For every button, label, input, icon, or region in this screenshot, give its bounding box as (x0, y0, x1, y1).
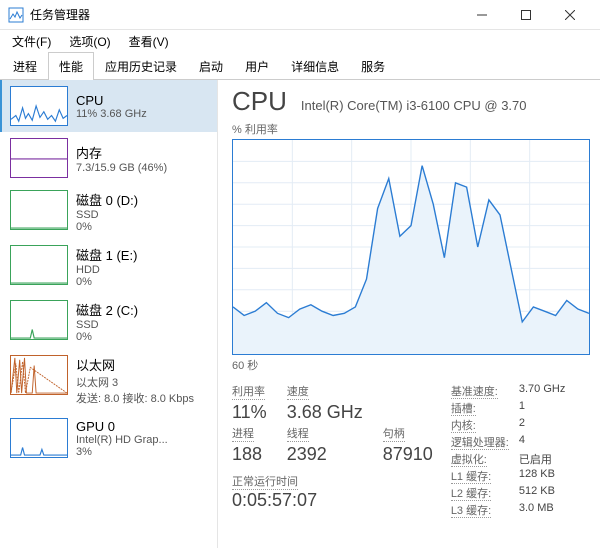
sidebar-item-sub2: 0% (76, 221, 138, 233)
stat-base: 3.70 GHz (519, 383, 565, 399)
stat-uptime: 0:05:57:07 (232, 490, 433, 511)
sidebar-item-label: CPU (76, 93, 147, 108)
stat-threads: 2392 (287, 444, 363, 465)
stat-util-label: 利用率 (232, 383, 265, 400)
sidebar-item-memory[interactable]: 内存 7.3/15.9 GB (46%) (0, 132, 217, 184)
stat-l2: 512 KB (519, 485, 565, 501)
disk-thumb-icon (10, 190, 68, 230)
detail-model: Intel(R) Core(TM) i3-6100 CPU @ 3.70 (301, 98, 527, 113)
sidebar-item-sub2: 3% (76, 446, 168, 458)
gpu-thumb-icon (10, 418, 68, 458)
tab-startup[interactable]: 启动 (188, 52, 234, 80)
maximize-button[interactable] (504, 0, 548, 30)
tab-services[interactable]: 服务 (350, 52, 396, 80)
sidebar-item-label: 内存 (76, 143, 167, 162)
sidebar-item-sub: Intel(R) HD Grap... (76, 434, 168, 446)
stat-sockets: 1 (519, 400, 565, 416)
stat-l3: 3.0 MB (519, 502, 565, 518)
menu-options[interactable]: 选项(O) (61, 31, 118, 52)
sidebar-item-sub: SSD (76, 209, 138, 221)
detail-title: CPU (232, 86, 287, 117)
stat-l1: 128 KB (519, 468, 565, 484)
sidebar[interactable]: CPU 11% 3.68 GHz 内存 7.3/15.9 GB (46%) 磁盘… (0, 80, 218, 548)
tabbar: 进程 性能 应用历史记录 启动 用户 详细信息 服务 (0, 52, 600, 80)
sidebar-item-label: 磁盘 2 (C:) (76, 300, 138, 319)
sidebar-item-sub: SSD (76, 319, 138, 331)
menu-file[interactable]: 文件(F) (4, 31, 59, 52)
stat-speed: 3.68 GHz (287, 402, 363, 423)
stat-l3-label: L3 缓存: (451, 505, 491, 518)
tab-performance[interactable]: 性能 (48, 52, 94, 80)
sidebar-item-sub: 7.3/15.9 GB (46%) (76, 162, 167, 174)
stat-base-label: 基准速度: (451, 386, 498, 399)
ethernet-thumb-icon (10, 355, 68, 395)
tab-details[interactable]: 详细信息 (280, 52, 350, 80)
stat-virt-label: 虚拟化: (451, 454, 487, 467)
sidebar-item-sub: 以太网 3 (76, 374, 194, 390)
content: CPU 11% 3.68 GHz 内存 7.3/15.9 GB (46%) 磁盘… (0, 80, 600, 548)
stat-sockets-label: 插槽: (451, 403, 476, 416)
app-icon (8, 7, 24, 23)
disk-thumb-icon (10, 245, 68, 285)
disk-thumb-icon (10, 300, 68, 340)
stats-block: 利用率 速度 11% 3.68 GHz 进程 线程 句柄 188 2392 87… (232, 383, 590, 518)
detail-pane: CPU Intel(R) Core(TM) i3-6100 CPU @ 3.70… (218, 80, 600, 548)
stat-proc-label: 进程 (232, 425, 254, 442)
window-title: 任务管理器 (30, 6, 460, 23)
memory-thumb-icon (10, 138, 68, 178)
sidebar-item-label: 以太网 (76, 355, 194, 374)
stat-proc: 188 (232, 444, 267, 465)
stat-util: 11% (232, 402, 267, 423)
stat-uptime-label: 正常运行时间 (232, 473, 298, 490)
menubar: 文件(F) 选项(O) 查看(V) (0, 30, 600, 52)
stat-virt: 已启用 (519, 451, 565, 467)
sidebar-item-sub2: 0% (76, 331, 138, 343)
stat-cores: 2 (519, 417, 565, 433)
stat-l1-label: L1 缓存: (451, 471, 491, 484)
sidebar-item-ethernet[interactable]: 以太网 以太网 3 发送: 8.0 接收: 8.0 Kbps (0, 349, 217, 412)
minimize-button[interactable] (460, 0, 504, 30)
cpu-utilization-chart[interactable] (232, 139, 590, 355)
titlebar: 任务管理器 (0, 0, 600, 30)
chart-y-label: % 利用率 (232, 121, 590, 137)
sidebar-item-sub2: 0% (76, 276, 137, 288)
tab-app-history[interactable]: 应用历史记录 (94, 52, 188, 80)
tab-processes[interactable]: 进程 (2, 52, 48, 80)
chart-x-label: 60 秒 (232, 357, 590, 373)
stat-lp: 4 (519, 434, 565, 450)
sidebar-item-label: 磁盘 0 (D:) (76, 190, 138, 209)
stat-threads-label: 线程 (287, 425, 309, 442)
sidebar-item-disk1[interactable]: 磁盘 1 (E:) HDD 0% (0, 239, 217, 294)
stat-handles: 87910 (383, 444, 433, 465)
sidebar-item-label: GPU 0 (76, 419, 168, 434)
tab-users[interactable]: 用户 (234, 52, 280, 80)
stat-handles-label: 句柄 (383, 425, 405, 442)
stat-lp-label: 逻辑处理器: (451, 437, 509, 450)
stat-speed-label: 速度 (287, 383, 309, 400)
stat-l2-label: L2 缓存: (451, 488, 491, 501)
sidebar-item-gpu0[interactable]: GPU 0 Intel(R) HD Grap... 3% (0, 412, 217, 464)
sidebar-item-sub: 11% 3.68 GHz (76, 108, 147, 120)
menu-view[interactable]: 查看(V) (121, 31, 177, 52)
sidebar-item-disk0[interactable]: 磁盘 0 (D:) SSD 0% (0, 184, 217, 239)
close-button[interactable] (548, 0, 592, 30)
cpu-thumb-icon (10, 86, 68, 126)
sidebar-item-disk2[interactable]: 磁盘 2 (C:) SSD 0% (0, 294, 217, 349)
sidebar-item-sub: HDD (76, 264, 137, 276)
sidebar-item-sub2: 发送: 8.0 接收: 8.0 Kbps (76, 390, 194, 406)
sidebar-item-cpu[interactable]: CPU 11% 3.68 GHz (0, 80, 217, 132)
sidebar-item-label: 磁盘 1 (E:) (76, 245, 137, 264)
stat-cores-label: 内核: (451, 420, 476, 433)
